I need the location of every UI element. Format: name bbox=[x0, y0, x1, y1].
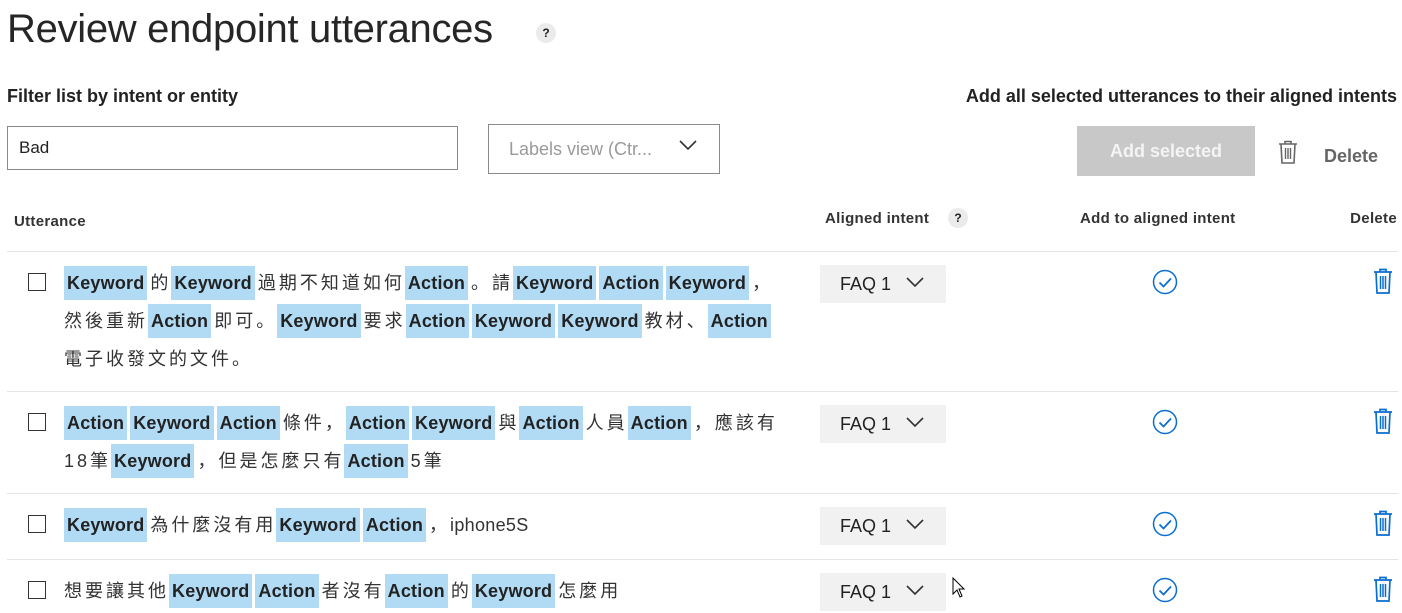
entity-label-action[interactable]: Action bbox=[707, 304, 771, 338]
row-checkbox[interactable] bbox=[28, 273, 46, 291]
utterance-text: Keyword 的 Keyword 過期不知道如何 Action 。請 Keyword Act… bbox=[64, 264, 784, 378]
column-header-aligned-intent: Aligned intent bbox=[825, 210, 930, 227]
aligned-intent-dropdown[interactable]: FAQ 1 bbox=[820, 507, 946, 545]
utterance-segment: 者沒有 bbox=[321, 581, 385, 601]
aligned-intent-dropdown[interactable]: FAQ 1 bbox=[820, 405, 946, 443]
aligned-intent-value: FAQ 1 bbox=[840, 515, 892, 536]
aligned-intent-dropdown[interactable]: FAQ 1 bbox=[820, 573, 946, 611]
column-header-add-to-aligned-intent: Add to aligned intent bbox=[1080, 210, 1236, 227]
trash-icon[interactable] bbox=[1372, 576, 1394, 602]
utterance-text: Action Keyword Action 條件， Action Keyword 與 Acti… bbox=[64, 404, 784, 480]
utterance-segment: 教材、 bbox=[644, 311, 708, 331]
utterance-segment: ，應 bbox=[693, 413, 736, 433]
utterance-segment: 的 bbox=[450, 581, 472, 601]
row-checkbox[interactable] bbox=[28, 581, 46, 599]
utterance-segment: 過期不知道如何 bbox=[257, 273, 405, 293]
utterance-segment: 怎麼用 bbox=[558, 581, 622, 601]
trash-icon[interactable] bbox=[1372, 268, 1394, 294]
filter-label: Filter list by intent or entity bbox=[7, 86, 239, 106]
add-to-intent-check-icon[interactable] bbox=[1152, 511, 1178, 537]
entity-label-action[interactable]: Action bbox=[255, 574, 319, 608]
chevron-down-icon bbox=[906, 417, 924, 428]
utterance-text: Keyword 為什麼沒有用 Keyword Action ，iphone5S bbox=[64, 506, 784, 544]
utterance-segment: 的 bbox=[150, 273, 172, 293]
utterance-segment: 要求 bbox=[363, 311, 406, 331]
add-to-intent-check-icon[interactable] bbox=[1152, 409, 1178, 435]
chevron-down-icon bbox=[906, 277, 924, 288]
entity-label-keyword[interactable]: Keyword bbox=[64, 508, 148, 542]
entity-label-keyword[interactable]: Keyword bbox=[277, 304, 361, 338]
trash-icon[interactable] bbox=[1277, 140, 1299, 164]
aligned-intent-value: FAQ 1 bbox=[840, 273, 892, 294]
aligned-intent-value: FAQ 1 bbox=[840, 581, 892, 602]
utterance-segment: iphone5S bbox=[450, 515, 529, 535]
utterance-segment: 與 bbox=[498, 413, 520, 433]
entity-label-keyword[interactable]: Keyword bbox=[665, 266, 750, 300]
labels-view-dropdown[interactable]: Labels view (Ctr... bbox=[488, 124, 720, 174]
chevron-down-icon bbox=[906, 585, 924, 596]
utterance-row: Keyword 為什麼沒有用 Keyword Action ，iphone5S FAQ … bbox=[0, 494, 1402, 558]
aligned-intent-dropdown[interactable]: FAQ 1 bbox=[820, 265, 946, 303]
entity-label-action[interactable]: Action bbox=[405, 304, 469, 338]
utterance-segment: 條件， bbox=[282, 413, 346, 433]
add-all-label: Add all selected utterances to their ali… bbox=[965, 86, 1397, 106]
entity-label-action[interactable]: Action bbox=[216, 406, 280, 440]
entity-label-action[interactable]: Action bbox=[599, 266, 663, 300]
entity-label-keyword[interactable]: Keyword bbox=[169, 574, 253, 608]
trash-icon[interactable] bbox=[1372, 408, 1394, 434]
aligned-intent-help-icon[interactable]: ? bbox=[948, 208, 968, 228]
utterance-text: 想要讓其他 Keyword Action 者沒有 Action 的 Keyword 怎麼用 bbox=[64, 572, 784, 610]
column-header-utterance: Utterance bbox=[14, 213, 86, 230]
filter-input[interactable] bbox=[7, 126, 458, 170]
chevron-down-icon bbox=[679, 140, 697, 151]
entity-label-action[interactable]: Action bbox=[404, 266, 469, 300]
entity-label-keyword[interactable]: Keyword bbox=[276, 508, 360, 542]
utterance-segment: 人員 bbox=[585, 413, 628, 433]
utterance-segment: 5筆 bbox=[410, 451, 445, 471]
entity-label-keyword[interactable]: Keyword bbox=[513, 266, 597, 300]
column-header-delete: Delete bbox=[1350, 210, 1397, 227]
utterance-segment: 想要讓其他 bbox=[64, 581, 169, 601]
utterance-segment: 即可。 bbox=[214, 311, 278, 331]
utterance-segment: 為什麼沒有用 bbox=[150, 515, 277, 535]
chevron-down-icon bbox=[906, 519, 924, 530]
aligned-intent-value: FAQ 1 bbox=[840, 413, 892, 434]
title-help-icon[interactable]: ? bbox=[536, 23, 556, 43]
entity-label-keyword[interactable]: Keyword bbox=[471, 574, 556, 608]
entity-label-keyword[interactable]: Keyword bbox=[471, 304, 556, 338]
trash-icon[interactable] bbox=[1372, 510, 1394, 536]
entity-label-action[interactable]: Action bbox=[148, 304, 212, 338]
entity-label-action[interactable]: Action bbox=[64, 406, 128, 440]
add-to-intent-check-icon[interactable] bbox=[1152, 577, 1178, 603]
entity-label-action[interactable]: Action bbox=[519, 406, 583, 440]
entity-label-action[interactable]: Action bbox=[627, 406, 691, 440]
utterance-row: Action Keyword Action 條件， Action Keyword 與 Acti… bbox=[0, 392, 1402, 492]
utterance-row: 想要讓其他 Keyword Action 者沒有 Action 的 Keyword 怎麼用 F… bbox=[0, 560, 1402, 613]
entity-label-keyword[interactable]: Keyword bbox=[558, 304, 642, 338]
utterance-segment: ， bbox=[429, 515, 451, 535]
entity-label-keyword[interactable]: Keyword bbox=[412, 406, 496, 440]
utterance-segment: 電子收發文的文件。 bbox=[64, 349, 253, 369]
entity-label-keyword[interactable]: Keyword bbox=[171, 266, 255, 300]
entity-label-keyword[interactable]: Keyword bbox=[130, 406, 214, 440]
add-selected-button[interactable]: Add selected bbox=[1077, 126, 1255, 176]
add-to-intent-check-icon[interactable] bbox=[1152, 269, 1178, 295]
utterance-row: Keyword 的 Keyword 過期不知道如何 Action 。請 Keyword Act… bbox=[0, 252, 1402, 390]
utterance-segment: ，但是怎麼只有 bbox=[197, 451, 345, 471]
entity-label-action[interactable]: Action bbox=[344, 444, 408, 478]
row-checkbox[interactable] bbox=[28, 413, 46, 431]
entity-label-action[interactable]: Action bbox=[384, 574, 448, 608]
entity-label-action[interactable]: Action bbox=[362, 508, 427, 542]
delete-button[interactable]: Delete bbox=[1324, 146, 1378, 167]
entity-label-keyword[interactable]: Keyword bbox=[64, 266, 148, 300]
entity-label-keyword[interactable]: Keyword bbox=[111, 444, 195, 478]
mouse-cursor-icon bbox=[952, 577, 966, 598]
utterance-segment: 。請 bbox=[471, 273, 514, 293]
labels-view-label: Labels view (Ctr... bbox=[509, 138, 653, 159]
row-checkbox[interactable] bbox=[28, 515, 46, 533]
page-title: Review endpoint utterances bbox=[7, 7, 493, 51]
entity-label-action[interactable]: Action bbox=[345, 406, 410, 440]
